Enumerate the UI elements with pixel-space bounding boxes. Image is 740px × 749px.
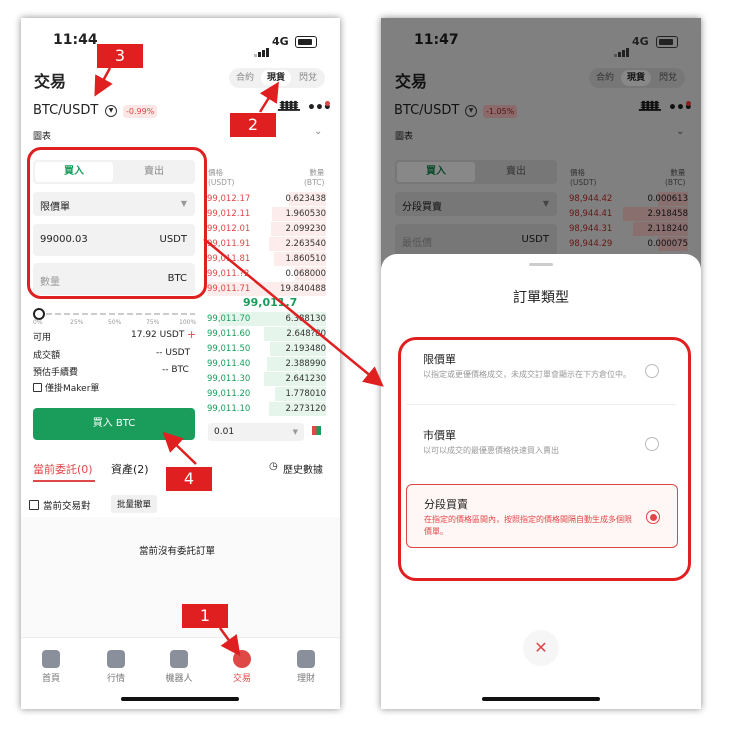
arrow-2 <box>258 81 279 113</box>
annotation-step-4: 4 <box>166 467 212 491</box>
annotation-step-3: 3 <box>97 44 143 68</box>
arrow-4 <box>162 431 197 465</box>
arrow-form-to-sheet <box>203 238 384 387</box>
arrow-1 <box>218 627 241 657</box>
annotation-arrows <box>94 67 384 657</box>
annotation-step-2: 2 <box>230 113 276 137</box>
arrow-3 <box>94 67 113 97</box>
annotation-step-1: 1 <box>182 604 228 628</box>
